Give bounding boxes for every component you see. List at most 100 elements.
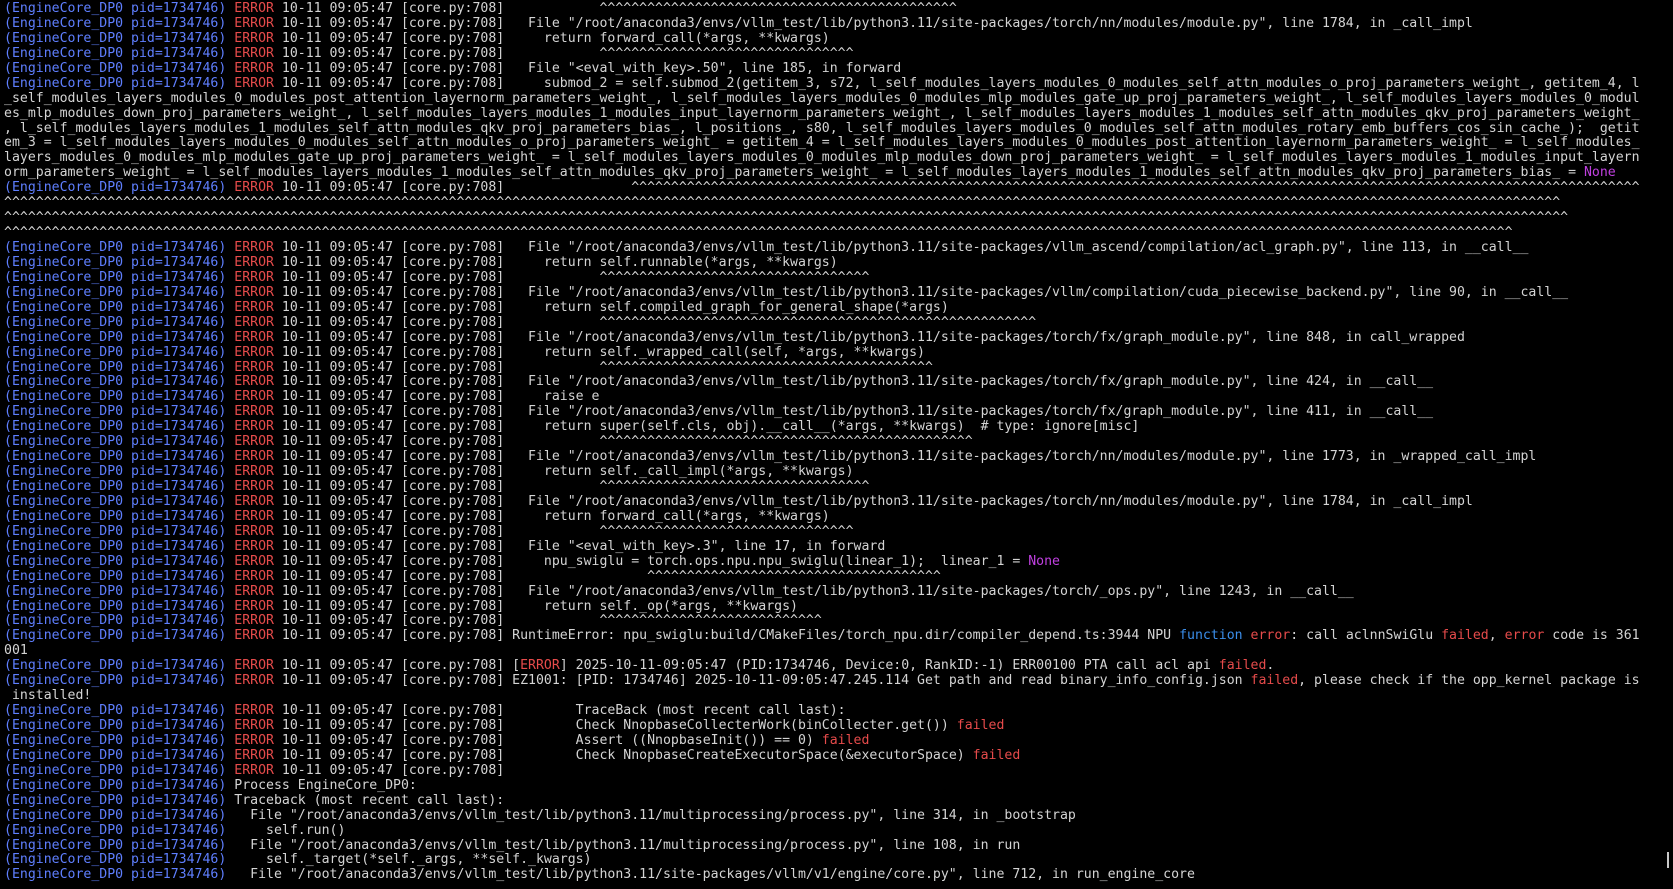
log-line: 001 <box>4 644 1650 659</box>
process-tag: (EngineCore_DP0 pid=1734746) <box>4 2 235 16</box>
log-text: 10-11 09:05:47 [core.py:708] ^^^^^^^^^^^… <box>273 480 870 494</box>
log-line: (EngineCore_DP0 pid=1734746) ERROR 10-11… <box>4 555 1650 570</box>
log-text: 10-11 09:05:47 [core.py:708] ^^^^^^^^^^^… <box>273 46 854 61</box>
log-level: ERROR <box>234 763 274 778</box>
log-line: (EngineCore_DP0 pid=1734746) ERROR 10-11… <box>4 465 1650 480</box>
log-level: ERROR <box>234 659 274 674</box>
log-line: (EngineCore_DP0 pid=1734746) ERROR 10-11… <box>4 600 1650 615</box>
log-text: 10-11 09:05:47 [core.py:708] ^^^^^^^^^^^… <box>273 315 1037 330</box>
process-tag: (EngineCore_DP0 pid=1734746) <box>4 330 235 345</box>
log-level: ERROR <box>234 390 274 405</box>
log-level: ERROR <box>234 584 274 599</box>
process-tag: (EngineCore_DP0 pid=1734746) <box>4 659 235 674</box>
log-text: . <box>1266 659 1275 674</box>
log-text: self._target(*self._args, **self._kwargs… <box>234 853 592 868</box>
process-tag: (EngineCore_DP0 pid=1734746) <box>4 733 235 748</box>
log-line: (EngineCore_DP0 pid=1734746) ERROR 10-11… <box>4 704 1650 719</box>
log-level: ERROR <box>234 629 274 644</box>
log-text: 10-11 09:05:47 [core.py:708] File "/root… <box>273 16 1473 31</box>
process-tag: (EngineCore_DP0 pid=1734746) <box>4 823 235 838</box>
log-line: (EngineCore_DP0 pid=1734746) ERROR 10-11… <box>4 540 1650 555</box>
failure-text: error <box>1504 629 1545 644</box>
log-text: ^^^^^^^^^^^^^^^^^^^^^^^^^^^^^^^^^^^^^^^^… <box>4 226 1513 241</box>
process-tag: (EngineCore_DP0 pid=1734746) <box>4 524 235 539</box>
log-level: ERROR <box>234 435 274 450</box>
log-line: (EngineCore_DP0 pid=1734746) ERROR 10-11… <box>4 674 1650 689</box>
log-text: installed! <box>4 689 92 704</box>
log-line: (EngineCore_DP0 pid=1734746) Traceback (… <box>4 794 1650 809</box>
process-tag: (EngineCore_DP0 pid=1734746) <box>4 420 235 435</box>
log-line: (EngineCore_DP0 pid=1734746) ERROR 10-11… <box>4 719 1650 734</box>
log-text: 10-11 09:05:47 [core.py:708] Check Nnopb… <box>273 748 973 763</box>
process-tag: (EngineCore_DP0 pid=1734746) <box>4 390 235 405</box>
log-text: em_3 = l_self_modules_layers_modules_0_m… <box>4 136 1640 151</box>
log-line: (EngineCore_DP0 pid=1734746) ERROR 10-11… <box>4 614 1650 629</box>
log-line: (EngineCore_DP0 pid=1734746) ERROR 10-11… <box>4 256 1650 271</box>
log-line: (EngineCore_DP0 pid=1734746) ERROR 10-11… <box>4 585 1650 600</box>
log-text: 10-11 09:05:47 [core.py:708] File "/root… <box>273 494 1473 509</box>
log-text: : call aclnnSwiGlu <box>1290 629 1442 644</box>
log-text: 10-11 09:05:47 [core.py:708] EZ1001: [PI… <box>273 674 1251 689</box>
log-line: (EngineCore_DP0 pid=1734746) ERROR 10-11… <box>4 241 1650 256</box>
log-level: ERROR <box>234 181 274 196</box>
log-level: ERROR <box>234 270 274 285</box>
log-line: (EngineCore_DP0 pid=1734746) ERROR 10-11… <box>4 346 1650 361</box>
log-level: ERROR <box>234 450 274 465</box>
process-tag: (EngineCore_DP0 pid=1734746) <box>4 46 235 61</box>
log-text: 10-11 09:05:47 [core.py:708] File "/root… <box>273 450 1537 465</box>
log-line: (EngineCore_DP0 pid=1734746) ERROR 10-11… <box>4 316 1650 331</box>
process-tag: (EngineCore_DP0 pid=1734746) <box>4 853 235 868</box>
log-level: ERROR <box>234 330 274 345</box>
scrollbar-thumb[interactable] <box>1667 852 1669 868</box>
process-tag: (EngineCore_DP0 pid=1734746) <box>4 300 235 315</box>
failure-text: failed <box>821 733 870 748</box>
log-text: 10-11 09:05:47 [core.py:708] return self… <box>273 599 798 614</box>
log-level: ERROR <box>234 375 274 390</box>
process-tag: (EngineCore_DP0 pid=1734746) <box>4 16 235 31</box>
log-text: 10-11 09:05:47 [core.py:708] return supe… <box>273 420 1140 435</box>
log-level: ERROR <box>234 569 274 584</box>
log-level: ERROR <box>234 46 274 61</box>
log-line: (EngineCore_DP0 pid=1734746) ERROR 10-11… <box>4 17 1650 32</box>
log-text: File "/root/anaconda3/envs/vllm_test/lib… <box>234 808 1076 823</box>
log-line: (EngineCore_DP0 pid=1734746) File "/root… <box>4 809 1650 824</box>
process-tag: (EngineCore_DP0 pid=1734746) <box>4 748 235 763</box>
process-tag: (EngineCore_DP0 pid=1734746) <box>4 465 235 480</box>
log-text: 10-11 09:05:47 [core.py:708] <box>273 763 505 778</box>
log-text: code is 361 <box>1544 629 1640 644</box>
log-line: (EngineCore_DP0 pid=1734746) self.run() <box>4 824 1650 839</box>
log-level: ERROR <box>234 554 274 569</box>
terminal-output[interactable]: (EngineCore_DP0 pid=1734746) ERROR 10-11… <box>0 0 1650 889</box>
process-tag: (EngineCore_DP0 pid=1734746) <box>4 31 235 46</box>
log-level: ERROR <box>234 255 274 270</box>
log-level: ERROR <box>234 345 274 360</box>
log-line: layers_modules_0_modules_mlp_modules_gat… <box>4 151 1650 166</box>
process-tag: (EngineCore_DP0 pid=1734746) <box>4 375 235 390</box>
log-line: (EngineCore_DP0 pid=1734746) ERROR 10-11… <box>4 77 1650 92</box>
process-tag: (EngineCore_DP0 pid=1734746) <box>4 629 235 644</box>
log-level: ERROR <box>234 480 274 494</box>
log-level: ERROR <box>234 614 274 629</box>
log-level: ERROR <box>234 465 274 480</box>
log-text: 10-11 09:05:47 [core.py:708] File "/root… <box>273 375 1434 390</box>
log-level: ERROR <box>234 539 274 554</box>
log-line: (EngineCore_DP0 pid=1734746) self._targe… <box>4 853 1650 868</box>
log-line: installed! <box>4 689 1650 704</box>
log-level: ERROR <box>234 674 274 689</box>
log-line: (EngineCore_DP0 pid=1734746) ERROR 10-11… <box>4 271 1650 286</box>
log-line: (EngineCore_DP0 pid=1734746) Process Eng… <box>4 779 1650 794</box>
process-tag: (EngineCore_DP0 pid=1734746) <box>4 793 235 808</box>
log-line: (EngineCore_DP0 pid=1734746) ERROR 10-11… <box>4 570 1650 585</box>
process-tag: (EngineCore_DP0 pid=1734746) <box>4 719 235 733</box>
log-line: (EngineCore_DP0 pid=1734746) ERROR 10-11… <box>4 510 1650 525</box>
process-tag: (EngineCore_DP0 pid=1734746) <box>4 569 235 584</box>
log-text: 10-11 09:05:47 [core.py:708] TraceBack (… <box>273 704 846 719</box>
log-level: ERROR <box>234 315 274 330</box>
none-literal: None <box>1028 554 1060 569</box>
log-text: 10-11 09:05:47 [core.py:708] raise e <box>273 390 600 405</box>
log-level: ERROR <box>234 733 274 748</box>
log-line: (EngineCore_DP0 pid=1734746) ERROR 10-11… <box>4 734 1650 749</box>
process-tag: (EngineCore_DP0 pid=1734746) <box>4 539 235 554</box>
log-level: ERROR <box>234 704 274 719</box>
process-tag: (EngineCore_DP0 pid=1734746) <box>4 255 235 270</box>
